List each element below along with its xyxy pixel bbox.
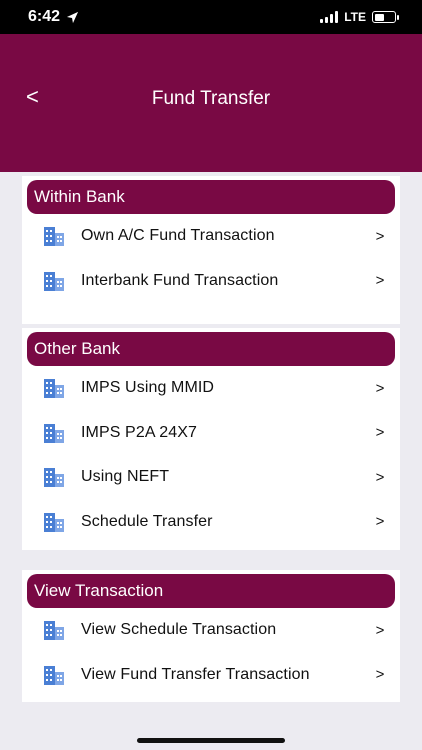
section-header: Other Bank bbox=[27, 332, 395, 366]
list-item-view-schedule-transaction[interactable]: View Schedule Transaction > bbox=[27, 608, 395, 653]
network-label: LTE bbox=[344, 10, 366, 24]
chevron-right-icon: > bbox=[375, 424, 385, 442]
list-item-view-fund-transfer-transaction[interactable]: View Fund Transfer Transaction > bbox=[27, 653, 395, 698]
signal-icon bbox=[320, 11, 339, 23]
list-item-interbank-fund-transaction[interactable]: Interbank Fund Transaction > bbox=[27, 259, 395, 304]
building-icon bbox=[43, 225, 65, 247]
app-header: < Fund Transfer bbox=[0, 34, 422, 172]
chevron-right-icon: > bbox=[375, 227, 385, 245]
building-icon bbox=[43, 511, 65, 533]
building-icon bbox=[43, 270, 65, 292]
chevron-right-icon: > bbox=[375, 379, 385, 397]
home-indicator[interactable] bbox=[137, 738, 285, 743]
status-bar: 6:42 LTE bbox=[0, 0, 422, 34]
section-other-bank: Other Bank IMPS Using MMID > IMPS P2A 24… bbox=[22, 328, 400, 550]
section-header: Within Bank bbox=[27, 180, 395, 214]
battery-fill bbox=[374, 13, 384, 21]
location-arrow-icon bbox=[66, 11, 79, 23]
battery-icon bbox=[372, 11, 399, 23]
list-item-label: Own A/C Fund Transaction bbox=[81, 227, 275, 245]
chevron-right-icon: > bbox=[375, 468, 385, 486]
list-item-label: Interbank Fund Transaction bbox=[81, 271, 279, 289]
chevron-right-icon: > bbox=[375, 513, 385, 531]
list-item-schedule-transfer[interactable]: Schedule Transfer > bbox=[27, 500, 395, 545]
chevron-right-icon: > bbox=[375, 621, 385, 639]
chevron-right-icon: > bbox=[375, 666, 385, 684]
list-item-label: View Schedule Transaction bbox=[81, 621, 277, 639]
section-header: View Transaction bbox=[27, 574, 395, 608]
list-item-label: Using NEFT bbox=[81, 468, 170, 486]
building-icon bbox=[43, 466, 65, 488]
status-right: LTE bbox=[320, 10, 399, 24]
building-icon bbox=[43, 619, 65, 641]
list-item-imps-p2a-24x7[interactable]: IMPS P2A 24X7 > bbox=[27, 411, 395, 456]
building-icon bbox=[43, 377, 65, 399]
list-item-using-neft[interactable]: Using NEFT > bbox=[27, 455, 395, 500]
page-title: Fund Transfer bbox=[151, 88, 271, 109]
list-item-label: IMPS Using MMID bbox=[81, 379, 215, 397]
list-item-label: IMPS P2A 24X7 bbox=[81, 423, 198, 441]
status-left: 6:42 bbox=[28, 8, 79, 26]
chevron-right-icon: > bbox=[375, 272, 385, 290]
list-item-label: Schedule Transfer bbox=[81, 512, 213, 530]
list-item-label: View Fund Transfer Transaction bbox=[81, 665, 310, 683]
building-icon bbox=[43, 664, 65, 686]
status-time: 6:42 bbox=[28, 8, 61, 25]
list-item-own-ac-fund-transaction[interactable]: Own A/C Fund Transaction > bbox=[27, 214, 395, 259]
section-within-bank: Within Bank Own A/C Fund Transaction > I… bbox=[22, 176, 400, 324]
list-item-imps-using-mmid[interactable]: IMPS Using MMID > bbox=[27, 366, 395, 411]
section-view-transaction: View Transaction View Schedule Transacti… bbox=[22, 570, 400, 702]
building-icon bbox=[43, 422, 65, 444]
